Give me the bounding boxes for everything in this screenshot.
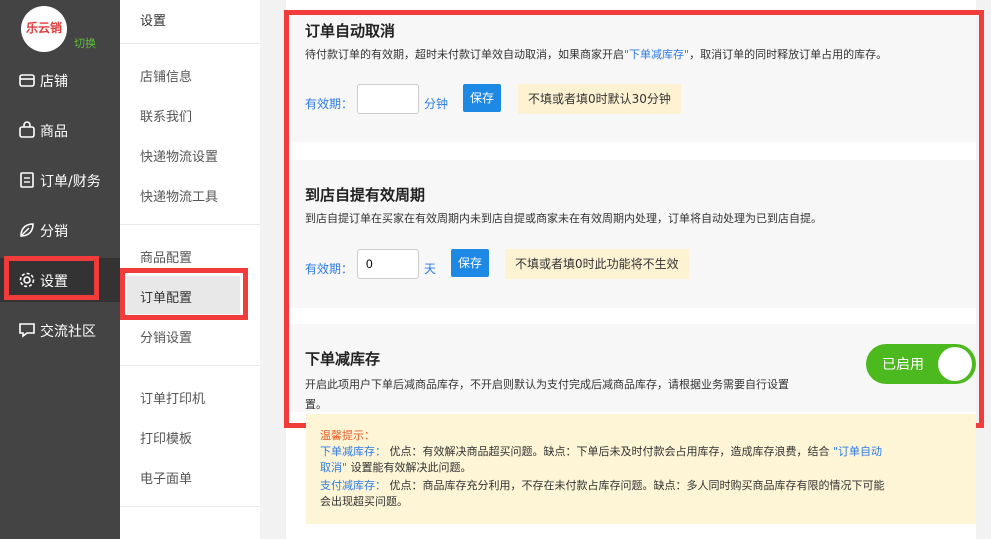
highlight-box — [120, 268, 248, 320]
sidebar-item-label: 交流社区 — [40, 324, 96, 340]
sidebar-item-label: 店铺 — [40, 74, 68, 90]
shop-logo[interactable]: 乐云销 — [21, 6, 67, 52]
sidebar-item-orders[interactable]: 订单/财务 — [0, 158, 120, 202]
leaf-icon — [20, 223, 34, 237]
submenu-item-order-printer[interactable]: 订单打印机 — [140, 388, 205, 407]
submenu-title: 设置 — [140, 14, 167, 29]
submenu-item-logistics-tools[interactable]: 快递物流工具 — [140, 186, 218, 205]
hint-link[interactable]: "订单自动 — [833, 445, 882, 458]
hint-line-4: 会出现超买问题。 — [320, 495, 408, 508]
hint-title: 温馨提示： — [320, 429, 375, 442]
divider — [120, 365, 260, 366]
hint-line-2: 取消" 设置能有效解决此问题。 — [320, 460, 472, 476]
divider — [120, 43, 260, 44]
submenu-item-logistics-settings[interactable]: 快递物流设置 — [140, 146, 218, 165]
sidebar-item-label: 分销 — [40, 224, 68, 240]
store-icon — [19, 74, 35, 87]
sidebar-item-community[interactable]: 交流社区 — [0, 308, 120, 352]
hint-line-3: 支付减库存： 优点：商品库存充分利用，不存在未付款占库存问题。缺点：多人同时购买… — [320, 478, 885, 494]
submenu-item-print-template[interactable]: 打印模板 — [140, 428, 192, 447]
chat-icon — [19, 323, 35, 338]
hint-link[interactable]: 取消" — [320, 461, 347, 474]
sidebar-item-label: 订单/财务 — [40, 174, 101, 190]
logo-text: 乐云销 — [25, 21, 62, 35]
submenu-item-e-waybill[interactable]: 电子面单 — [140, 468, 192, 487]
sidebar-item-products[interactable]: 商品 — [0, 108, 120, 152]
submenu-item-product-config[interactable]: 商品配置 — [140, 247, 192, 266]
hint-link[interactable]: 支付减库存： — [320, 479, 386, 492]
hint-text: 优点：商品库存充分利用，不存在未付款占库存问题。缺点：多人同时购买商品库存有限的… — [389, 479, 885, 492]
hint-text: 设置能有效解决此问题。 — [350, 461, 472, 474]
divider — [120, 224, 260, 225]
hint-text: 优点：有效解决商品超买问题。缺点：下单后未及时付款会占用库存，造成库存浪费，结合 — [389, 445, 830, 458]
bag-icon — [19, 121, 35, 138]
sidebar-item-label: 商品 — [40, 124, 68, 140]
highlight-box — [4, 256, 99, 300]
sidebar-item-store[interactable]: 店铺 — [0, 58, 120, 102]
submenu-item-distribution-settings[interactable]: 分销设置 — [140, 327, 192, 346]
highlight-box — [284, 10, 984, 428]
hint-link[interactable]: 下单减库存： — [320, 445, 386, 458]
document-icon — [20, 172, 34, 188]
switch-link[interactable]: 切换 — [74, 35, 96, 51]
hint-line-1: 下单减库存： 优点：有效解决商品超买问题。缺点：下单后未及时付款会占用库存，造成… — [320, 444, 882, 460]
submenu-item-contact[interactable]: 联系我们 — [140, 106, 192, 125]
submenu-item-shop-info[interactable]: 店铺信息 — [140, 66, 192, 85]
divider — [120, 506, 260, 507]
sidebar-item-distribution[interactable]: 分销 — [0, 208, 120, 252]
